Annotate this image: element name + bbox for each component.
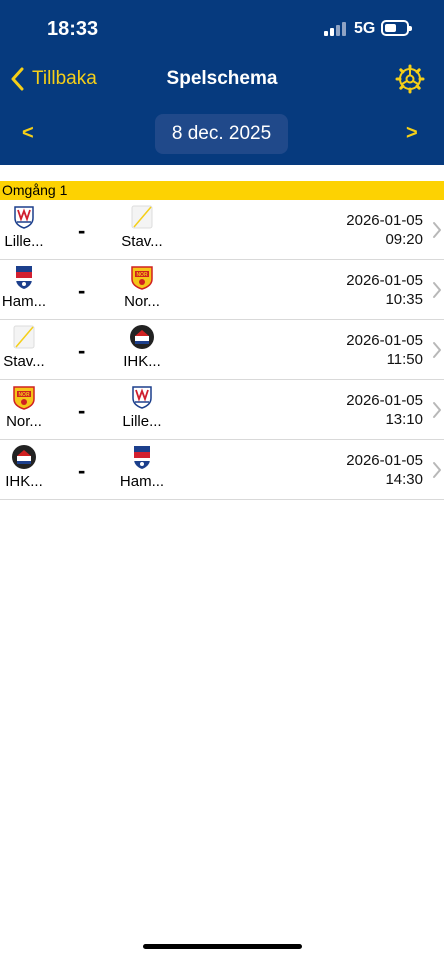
match-time: 14:30 bbox=[385, 471, 423, 488]
match-row[interactable]: NOR Nor... - Lille... 2026-01-05 13:10 bbox=[0, 380, 444, 440]
battery-icon bbox=[381, 20, 412, 36]
match-date: 2026-01-05 bbox=[346, 212, 423, 229]
away-team-name: Ham... bbox=[119, 473, 165, 490]
home-team: Lille... bbox=[0, 204, 54, 250]
away-team-name: Nor... bbox=[124, 293, 160, 310]
network-type: 5G bbox=[354, 20, 376, 37]
match-separator: - bbox=[78, 218, 86, 243]
chevron-right-icon bbox=[433, 462, 441, 478]
home-team: NOR Nor... bbox=[0, 384, 54, 430]
ihk-logo-icon bbox=[0, 444, 54, 470]
match-time: 09:20 bbox=[385, 231, 423, 248]
match-date: 2026-01-05 bbox=[346, 272, 423, 289]
away-team-name: Lille... bbox=[122, 413, 162, 430]
away-team: NOR Nor... bbox=[112, 264, 172, 310]
away-team: Ham... bbox=[112, 444, 172, 490]
round-header: Omgång 1 bbox=[0, 181, 444, 200]
app-header: 18:33 5G Tillbaka Spelschema < 8 dec. 20… bbox=[0, 0, 444, 165]
away-team: Lille... bbox=[112, 384, 172, 430]
match-date: 2026-01-05 bbox=[346, 392, 423, 409]
chevron-right-icon bbox=[433, 282, 441, 298]
match-list: Lille... - Stav... 2026-01-05 09:20 Ham... - NO… bbox=[0, 200, 444, 500]
next-date-button[interactable]: > bbox=[406, 122, 418, 145]
nor-logo-icon: NOR bbox=[112, 264, 172, 290]
away-team: IHK... bbox=[112, 324, 172, 370]
away-team-name: Stav... bbox=[121, 233, 163, 250]
match-separator: - bbox=[78, 278, 86, 303]
stavanger-logo-icon bbox=[112, 204, 172, 230]
away-team: Stav... bbox=[112, 204, 172, 250]
match-time: 10:35 bbox=[385, 291, 423, 308]
date-selector[interactable]: 8 dec. 2025 bbox=[155, 114, 288, 154]
hamar-logo-icon bbox=[112, 444, 172, 470]
match-datetime: 2026-01-05 11:50 bbox=[346, 331, 423, 369]
ihk-logo-icon bbox=[112, 324, 172, 350]
lillehammer-logo-icon bbox=[0, 204, 54, 230]
match-datetime: 2026-01-05 10:35 bbox=[346, 271, 423, 309]
selected-date: 8 dec. 2025 bbox=[171, 123, 272, 144]
svg-text:NOR: NOR bbox=[136, 272, 148, 278]
away-team-name: IHK... bbox=[123, 353, 161, 370]
match-datetime: 2026-01-05 09:20 bbox=[346, 211, 423, 249]
match-datetime: 2026-01-05 14:30 bbox=[346, 451, 423, 489]
home-team: IHK... bbox=[0, 444, 54, 490]
home-team: Stav... bbox=[0, 324, 54, 370]
home-team-name: Ham... bbox=[1, 293, 47, 310]
match-separator: - bbox=[78, 458, 86, 483]
status-time: 18:33 bbox=[47, 18, 99, 40]
match-row[interactable]: Ham... - NOR Nor... 2026-01-05 10:35 bbox=[0, 260, 444, 320]
match-row[interactable]: IHK... - Ham... 2026-01-05 14:30 bbox=[0, 440, 444, 500]
hamar-logo-icon bbox=[0, 264, 54, 290]
lillehammer-logo-icon bbox=[112, 384, 172, 410]
svg-text:NOR: NOR bbox=[18, 392, 30, 398]
match-time: 11:50 bbox=[386, 351, 423, 368]
settings-gear-icon[interactable] bbox=[395, 64, 425, 94]
match-date: 2026-01-05 bbox=[346, 332, 423, 349]
home-team: Ham... bbox=[0, 264, 54, 310]
chevron-right-icon bbox=[433, 222, 441, 238]
match-date: 2026-01-05 bbox=[346, 452, 423, 469]
match-row[interactable]: Lille... - Stav... 2026-01-05 09:20 bbox=[0, 200, 444, 260]
match-row[interactable]: Stav... - IHK... 2026-01-05 11:50 bbox=[0, 320, 444, 380]
chevron-right-icon bbox=[433, 402, 441, 418]
status-bar: 18:33 5G bbox=[0, 0, 444, 58]
chevron-right-icon bbox=[433, 342, 441, 358]
previous-date-button[interactable]: < bbox=[22, 122, 34, 145]
nor-logo-icon: NOR bbox=[0, 384, 54, 410]
stavanger-logo-icon bbox=[0, 324, 54, 350]
home-team-name: IHK... bbox=[5, 473, 43, 490]
match-separator: - bbox=[78, 398, 86, 423]
home-team-name: Lille... bbox=[4, 233, 44, 250]
home-team-name: Stav... bbox=[3, 353, 45, 370]
match-time: 13:10 bbox=[385, 411, 423, 428]
match-datetime: 2026-01-05 13:10 bbox=[346, 391, 423, 429]
page-title: Spelschema bbox=[166, 68, 278, 89]
signal-strength-icon bbox=[324, 22, 348, 36]
match-separator: - bbox=[78, 338, 86, 363]
home-team-name: Nor... bbox=[6, 413, 42, 430]
home-indicator bbox=[143, 944, 302, 949]
